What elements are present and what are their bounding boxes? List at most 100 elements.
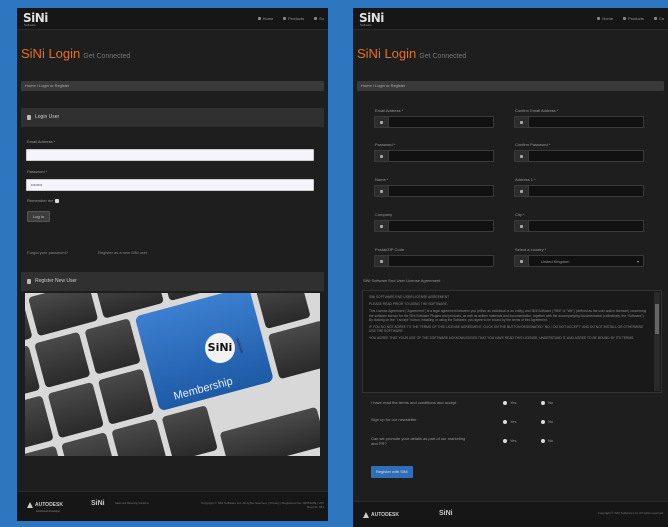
reg-confirm-password-field[interactable]: [514, 150, 644, 162]
newsletter-no-label: No: [548, 419, 554, 424]
forgot-password-link[interactable]: Forgot your password?: [27, 250, 68, 255]
radio-dot: [541, 419, 545, 424]
envelope-icon: [515, 117, 529, 127]
reg-confirm-email-field[interactable]: [514, 116, 644, 128]
products-icon: [623, 17, 627, 20]
email-label: Email Address *: [27, 139, 56, 144]
remember-me-row: Remember me: [27, 198, 60, 203]
eula-paragraph-1: PLEASE READ PRIOR TO USING THE SOFTWARE.: [369, 302, 448, 307]
promo-sini-logo: SiNi: [205, 333, 235, 363]
newsletter-question: Sign up for our newsletter: [371, 417, 417, 422]
lock-icon: [515, 151, 529, 161]
reg-confirm-password-label: Confirm Password *: [515, 142, 551, 147]
reg-country-label: Select a country *: [515, 247, 547, 252]
reg-address-field[interactable]: [514, 185, 644, 197]
eula-paragraph-2: This License Agreement ("Agreement") is …: [369, 309, 647, 322]
autodesk-triangle-icon: [363, 512, 369, 518]
copyright-text: Copyright © SiNi Software Ltd. All right…: [201, 501, 324, 509]
nav-home-right[interactable]: Home: [597, 16, 613, 21]
promote-yes-radio[interactable]: Yes: [503, 438, 517, 443]
footer-sini-logo-right[interactable]: SiNi: [439, 510, 453, 517]
membership-keyboard-image[interactable]: SiNi Software Membership: [25, 293, 320, 456]
autodesk-wordmark: AUTODESK: [35, 502, 63, 508]
eula-paragraph-3: IF YOU DO NOT AGREE TO THE TERMS OF THIS…: [369, 325, 644, 334]
newsletter-yes-radio[interactable]: Yes: [503, 419, 517, 424]
remember-me-label: Remember me: [27, 198, 54, 203]
top-nav-bar: SiNi Software Home Products Su: [17, 8, 328, 30]
home-icon: [515, 186, 529, 196]
lock-icon: [375, 151, 389, 161]
nav-home-label-right: Home: [602, 16, 614, 21]
reg-name-label: Name *: [375, 177, 389, 182]
reg-email-field[interactable]: [374, 116, 494, 128]
envelope-icon: [375, 117, 389, 127]
nav-more-label: Su: [319, 16, 324, 21]
nav-products-right[interactable]: Products: [623, 16, 644, 21]
nav-products[interactable]: Products: [283, 16, 304, 21]
password-label: Password *: [27, 169, 48, 174]
nav-products-label: Products: [288, 16, 305, 21]
terms-no-radio[interactable]: No: [541, 400, 553, 405]
sini-logo-subtitle: Software: [24, 23, 36, 27]
email-field[interactable]: [26, 149, 314, 161]
eula-scroll-thumb[interactable]: [655, 304, 659, 334]
register-new-user-heading: Register New User: [35, 278, 77, 284]
terms-yes-radio[interactable]: Yes: [503, 400, 517, 405]
site-footer-right: AUTODESK SiNi Copyright © SiNi Software …: [353, 501, 668, 527]
eula-title: SiNi SOFTWARE END USER LICENSE AGREEMENT: [369, 295, 450, 299]
password-field[interactable]: ••••••••: [26, 179, 314, 191]
reg-city-field[interactable]: [514, 220, 644, 232]
login-user-heading: Login User: [35, 114, 60, 120]
register-button[interactable]: Register with SiNi: [371, 466, 413, 478]
chevron-down-icon: ▾: [636, 259, 639, 264]
reg-password-label: Password *: [375, 142, 396, 147]
radio-dot: [503, 419, 507, 424]
terms-question: I have read the terms and conditions and…: [371, 400, 457, 405]
breadcrumb[interactable]: Home / Login or Register: [21, 81, 324, 91]
newsletter-no-radio[interactable]: No: [541, 419, 553, 424]
eula-scrollbar[interactable]: [654, 292, 660, 391]
page-title-subtitle-right: Get Connected: [419, 53, 467, 60]
login-user-header: Login User: [21, 108, 324, 127]
reg-postal-field[interactable]: [374, 255, 494, 267]
map-marker-icon: [515, 221, 529, 231]
reg-password-field[interactable]: [374, 150, 494, 162]
radio-dot: [503, 400, 507, 405]
reg-email-label: Email Address *: [375, 108, 404, 113]
footer-sini-logo[interactable]: SiNi: [91, 500, 105, 507]
register-new-user-header: Register New User: [21, 272, 324, 291]
register-page-panel: SiNi Software Home Products Ca SiNi Logi…: [353, 8, 668, 527]
country-value: United Kingdom: [541, 259, 570, 264]
user-icon: [27, 115, 31, 120]
eula-heading: SiNi Software End User License Agreement: [363, 278, 441, 283]
radio-dot: [541, 400, 545, 405]
newsletter-yes-label: Yes: [510, 419, 517, 424]
nav-home-label: Home: [262, 16, 274, 21]
reg-country-select[interactable]: United Kingdom ▾: [514, 255, 644, 267]
reg-company-field[interactable]: [374, 220, 494, 232]
globe-icon: [515, 256, 529, 266]
nav-more-right[interactable]: Ca: [653, 16, 664, 21]
main-nav-right: Home Products Ca: [597, 16, 664, 21]
footer-sini-subtitle: Sales and Marketing Solutions: [115, 502, 149, 505]
autodesk-logo[interactable]: AUTODESK: [27, 502, 63, 508]
breadcrumb-right[interactable]: Home / Login or Register: [357, 81, 664, 91]
site-footer: AUTODESK Authorised Developer SiNi Sales…: [17, 491, 328, 521]
more-icon: [314, 17, 318, 20]
reg-address-label: Address 1 *: [515, 177, 536, 182]
nav-more[interactable]: Su: [314, 16, 324, 21]
autodesk-logo-right[interactable]: AUTODESK: [363, 512, 399, 518]
users-icon: [27, 279, 31, 284]
log-in-button[interactable]: Log In: [27, 211, 51, 222]
eula-paragraph-4: YOU AGREE THAT YOUR USE OF THE SOFTWARE …: [369, 336, 635, 341]
home-icon: [597, 17, 601, 20]
promote-no-radio[interactable]: No: [541, 438, 553, 443]
reg-name-field[interactable]: [374, 185, 494, 197]
nav-home[interactable]: Home: [257, 16, 274, 21]
remember-me-checkbox[interactable]: [55, 198, 60, 203]
page-title-main: SiNi Login: [21, 46, 81, 61]
register-new-user-link[interactable]: Register as a new SiNi user: [98, 250, 147, 255]
terms-no-label: No: [548, 400, 554, 405]
eula-text-box[interactable]: SiNi SOFTWARE END USER LICENSE AGREEMENT…: [362, 290, 662, 393]
home-icon: [257, 17, 261, 20]
